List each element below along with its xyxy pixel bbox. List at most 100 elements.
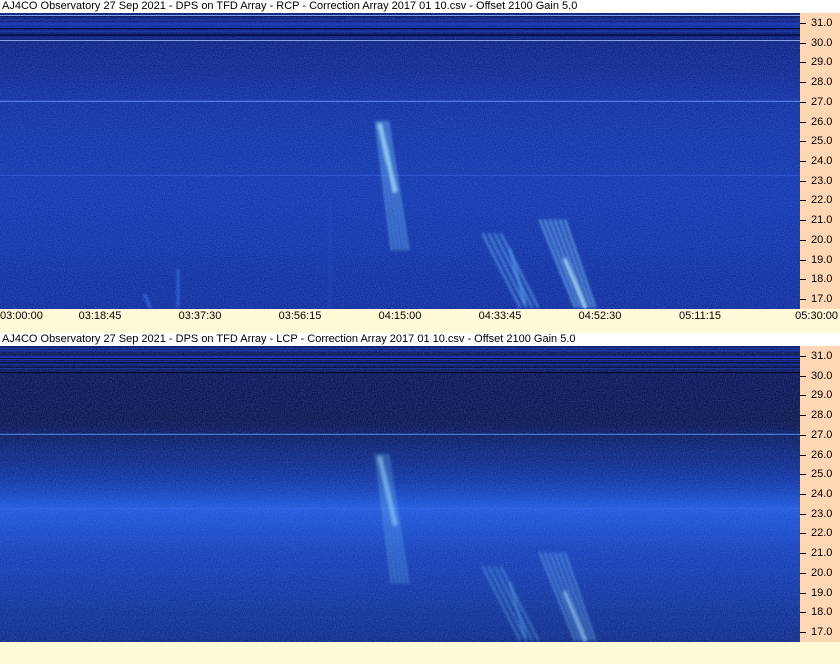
freq-tick	[800, 455, 806, 456]
freq-tick-label: 21.0	[811, 547, 833, 560]
freq-tick	[800, 553, 806, 554]
interference-line	[0, 27, 800, 28]
interference-line	[0, 348, 800, 349]
lcp-spectrogram	[0, 346, 800, 642]
time-tick-label: 04:52:30	[578, 310, 622, 322]
interference-line	[0, 35, 800, 37]
freq-tick	[800, 573, 806, 574]
freq-tick-label: 28.0	[811, 76, 833, 89]
freq-tick-label: 19.0	[811, 253, 833, 266]
rcp-spectrogram	[0, 13, 800, 309]
freq-tick	[800, 102, 806, 103]
interference-line	[0, 362, 800, 363]
lcp-time-axis	[0, 642, 840, 664]
freq-tick	[800, 356, 806, 357]
freq-tick	[800, 43, 806, 44]
time-tick-label: 03:56:15	[278, 310, 322, 322]
interference-line	[0, 372, 800, 374]
freq-tick-label: 31.0	[811, 349, 833, 362]
interference-line	[0, 19, 800, 21]
lcp-frequency-axis: 31.0 30.0 29.0 28.0 27.0 26.0 25.0 24.0 23.0 22.0…	[800, 346, 840, 642]
freq-tick	[800, 299, 806, 300]
time-tick-label: 03:37:30	[178, 310, 222, 322]
rfi-line-27mhz	[0, 100, 800, 102]
freq-tick-label: 17.0	[811, 626, 833, 639]
freq-tick-label: 17.0	[811, 293, 833, 306]
rcp-time-axis: 03:00:00 03:18:45 03:37:30 03:56:15 04:15:00…	[0, 309, 840, 329]
freq-tick	[800, 533, 806, 534]
freq-tick-label: 28.0	[811, 409, 833, 422]
freq-tick	[800, 415, 806, 416]
rcp-panel-title: AJ4CO Observatory 27 Sep 2021 - DPS on T…	[0, 0, 840, 13]
time-tick-label: 05:30:00	[795, 310, 838, 322]
freq-tick	[800, 474, 806, 475]
rfi-line-23mhz	[0, 174, 800, 176]
freq-tick	[800, 612, 806, 613]
interference-line	[0, 33, 800, 35]
rfi-line-23mhz	[0, 507, 800, 509]
freq-tick-label: 27.0	[811, 95, 833, 108]
freq-tick-label: 30.0	[811, 369, 833, 382]
time-tick-label: 04:33:45	[478, 310, 522, 322]
interference-line	[0, 368, 800, 370]
freq-tick	[800, 260, 806, 261]
lcp-panel-title: AJ4CO Observatory 27 Sep 2021 - DPS on T…	[0, 333, 840, 346]
interference-line	[0, 25, 800, 27]
freq-tick-label: 20.0	[811, 233, 833, 246]
freq-tick	[800, 279, 806, 280]
freq-tick-label: 25.0	[811, 135, 833, 148]
freq-tick-label: 27.0	[811, 428, 833, 441]
noise-texture	[0, 13, 800, 309]
freq-tick-label: 18.0	[811, 606, 833, 619]
interference-line	[0, 350, 800, 352]
interference-line	[0, 22, 800, 24]
freq-tick	[800, 62, 806, 63]
freq-tick-label: 29.0	[811, 56, 833, 69]
freq-tick	[800, 494, 806, 495]
interference-line	[0, 30, 800, 32]
freq-tick-label: 20.0	[811, 566, 833, 579]
freq-tick	[800, 632, 806, 633]
freq-tick-label: 22.0	[811, 527, 833, 540]
interference-line	[0, 24, 800, 25]
freq-tick	[800, 220, 806, 221]
freq-tick	[800, 435, 806, 436]
freq-tick	[800, 593, 806, 594]
freq-tick	[800, 514, 806, 515]
freq-tick	[800, 141, 806, 142]
freq-tick-label: 25.0	[811, 468, 833, 481]
time-tick-label: 03:00:00	[0, 310, 43, 322]
freq-tick	[800, 200, 806, 201]
freq-tick-label: 26.0	[811, 448, 833, 461]
freq-tick	[800, 181, 806, 182]
interference-line	[0, 358, 800, 359]
rfi-line-31mhz	[0, 40, 800, 41]
interference-line	[0, 28, 800, 30]
freq-tick-label: 23.0	[811, 174, 833, 187]
freq-tick	[800, 240, 806, 241]
interference-line	[0, 363, 800, 365]
freq-tick	[800, 376, 806, 377]
freq-tick	[800, 82, 806, 83]
freq-tick-label: 24.0	[811, 155, 833, 167]
rcp-frequency-axis: 31.0 30.0 29.0 28.0 27.0 26.0 25.0 24.0 23.0 22.0…	[800, 13, 840, 309]
time-tick-label: 03:18:45	[78, 310, 122, 322]
rfi-line-27mhz	[0, 433, 800, 435]
freq-tick-label: 21.0	[811, 214, 833, 227]
time-tick-label: 04:15:00	[378, 310, 422, 322]
freq-tick-label: 24.0	[811, 488, 833, 500]
interference-line	[0, 360, 800, 362]
freq-tick-label: 30.0	[811, 36, 833, 49]
freq-tick	[800, 161, 806, 162]
noise-texture	[0, 346, 800, 642]
freq-tick	[800, 395, 806, 396]
freq-tick-label: 23.0	[811, 507, 833, 520]
freq-tick-label: 18.0	[811, 273, 833, 286]
freq-tick-label: 31.0	[811, 16, 833, 29]
freq-tick	[800, 122, 806, 123]
time-tick-label: 05:11:15	[678, 310, 722, 322]
rfi-line-top	[0, 15, 800, 16]
freq-tick-label: 29.0	[811, 389, 833, 402]
freq-tick-label: 22.0	[811, 194, 833, 207]
freq-tick	[800, 23, 806, 24]
